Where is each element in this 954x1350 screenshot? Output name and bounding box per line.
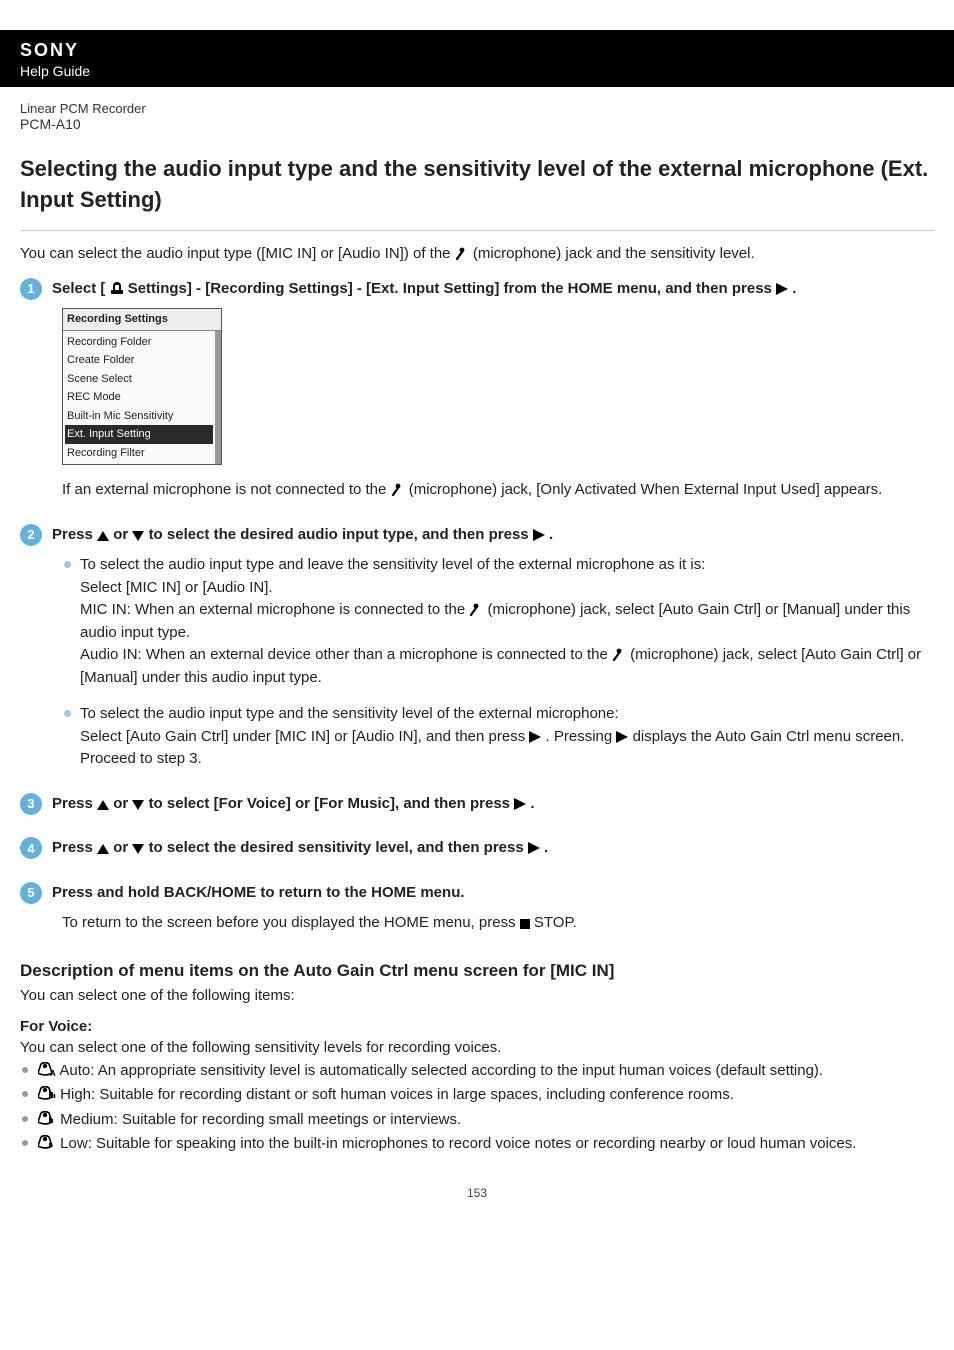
screenshot-item: Create Folder <box>65 351 213 370</box>
step-5-instruction: Press and hold BACK/HOME to return to th… <box>52 882 465 905</box>
intro-part1: You can select the audio input type ([MI… <box>20 245 455 262</box>
stop-icon <box>520 919 530 929</box>
play-icon <box>776 283 788 295</box>
model-name: PCM-A10 <box>20 116 934 132</box>
mic-medium-icon <box>38 1111 56 1126</box>
help-guide-label: Help Guide <box>20 63 934 79</box>
screenshot-item: Scene Select <box>65 370 213 389</box>
step-2-bullet-1: To select the audio input type and leave… <box>62 554 934 689</box>
screenshot-title: Recording Settings <box>63 309 221 331</box>
screenshot-item: Recording Filter <box>65 444 213 463</box>
step-number-2: 2 <box>20 524 42 546</box>
page-number: 153 <box>20 1186 934 1220</box>
step-number-4: 4 <box>20 837 42 859</box>
content: Selecting the audio input type and the s… <box>0 154 954 1240</box>
microphone-icon <box>469 602 483 616</box>
step-2-bullet-2: To select the audio input type and the s… <box>62 703 934 771</box>
step-2: 2 Press or to select the desired audio i… <box>20 524 934 771</box>
sensitivity-list: Auto: An appropriate sensitivity level i… <box>20 1060 934 1156</box>
sensitivity-high: High: Suitable for recording distant or … <box>20 1084 934 1107</box>
intro-text: You can select the audio input type ([MI… <box>20 245 934 262</box>
product-meta: Linear PCM Recorder PCM-A10 <box>0 87 954 132</box>
step-1: 1 Select [ Settings] - [Recording Settin… <box>20 278 934 502</box>
step-2-instruction: Press or to select the desired audio inp… <box>52 524 553 547</box>
step-number-5: 5 <box>20 882 42 904</box>
step-1-instruction: Select [ Settings] - [Recording Settings… <box>52 278 796 301</box>
step-number-1: 1 <box>20 278 42 300</box>
sensitivity-low: Low: Suitable for speaking into the buil… <box>20 1133 934 1156</box>
play-icon <box>514 798 526 810</box>
brand-logo: SONY <box>20 40 934 61</box>
intro-part2: (microphone) jack and the sensitivity le… <box>473 245 755 262</box>
step-5-body: To return to the screen before you displ… <box>62 912 934 935</box>
screenshot-item: Recording Folder <box>65 333 213 352</box>
description-heading: Description of menu items on the Auto Ga… <box>20 961 934 981</box>
down-arrow-icon <box>132 800 144 810</box>
mic-high-icon <box>38 1086 56 1101</box>
step-3: 3 Press or to select [For Voice] or [For… <box>20 793 934 816</box>
step-5: 5 Press and hold BACK/HOME to return to … <box>20 882 934 935</box>
microphone-icon <box>391 482 405 496</box>
up-arrow-icon <box>97 800 109 810</box>
microphone-icon <box>455 246 469 260</box>
down-arrow-icon <box>132 844 144 854</box>
description-sub: You can select one of the following item… <box>20 987 934 1004</box>
up-arrow-icon <box>97 844 109 854</box>
for-voice-sub: You can select one of the following sens… <box>20 1039 934 1056</box>
mic-auto-icon <box>38 1062 56 1077</box>
screenshot-item: Built-in Mic Sensitivity <box>65 407 213 426</box>
product-name: Linear PCM Recorder <box>20 101 934 116</box>
step-4-instruction: Press or to select the desired sensitivi… <box>52 837 548 860</box>
step-1-note: If an external microphone is not connect… <box>62 479 934 502</box>
settings-icon <box>110 281 124 295</box>
step-3-instruction: Press or to select [For Voice] or [For M… <box>52 793 535 816</box>
header-bar: SONY Help Guide <box>0 30 954 87</box>
play-icon <box>529 731 541 743</box>
play-icon <box>533 529 545 541</box>
play-icon <box>616 731 628 743</box>
up-arrow-icon <box>97 531 109 541</box>
mic-low-icon <box>38 1135 56 1150</box>
device-screenshot: Recording Settings Recording FolderCreat… <box>62 308 222 465</box>
page: SONY Help Guide Linear PCM Recorder PCM-… <box>0 30 954 1240</box>
page-title: Selecting the audio input type and the s… <box>20 154 934 216</box>
step-number-3: 3 <box>20 793 42 815</box>
for-voice-heading: For Voice: <box>20 1018 934 1035</box>
down-arrow-icon <box>132 531 144 541</box>
title-separator <box>20 230 934 231</box>
screenshot-item: REC Mode <box>65 388 213 407</box>
screenshot-item: Ext. Input Setting <box>65 425 213 444</box>
play-icon <box>528 842 540 854</box>
sensitivity-auto: Auto: An appropriate sensitivity level i… <box>20 1060 934 1083</box>
microphone-icon <box>612 647 626 661</box>
step-2-list: To select the audio input type and leave… <box>62 554 934 771</box>
sensitivity-medium: Medium: Suitable for recording small mee… <box>20 1109 934 1132</box>
step-4: 4 Press or to select the desired sensiti… <box>20 837 934 860</box>
